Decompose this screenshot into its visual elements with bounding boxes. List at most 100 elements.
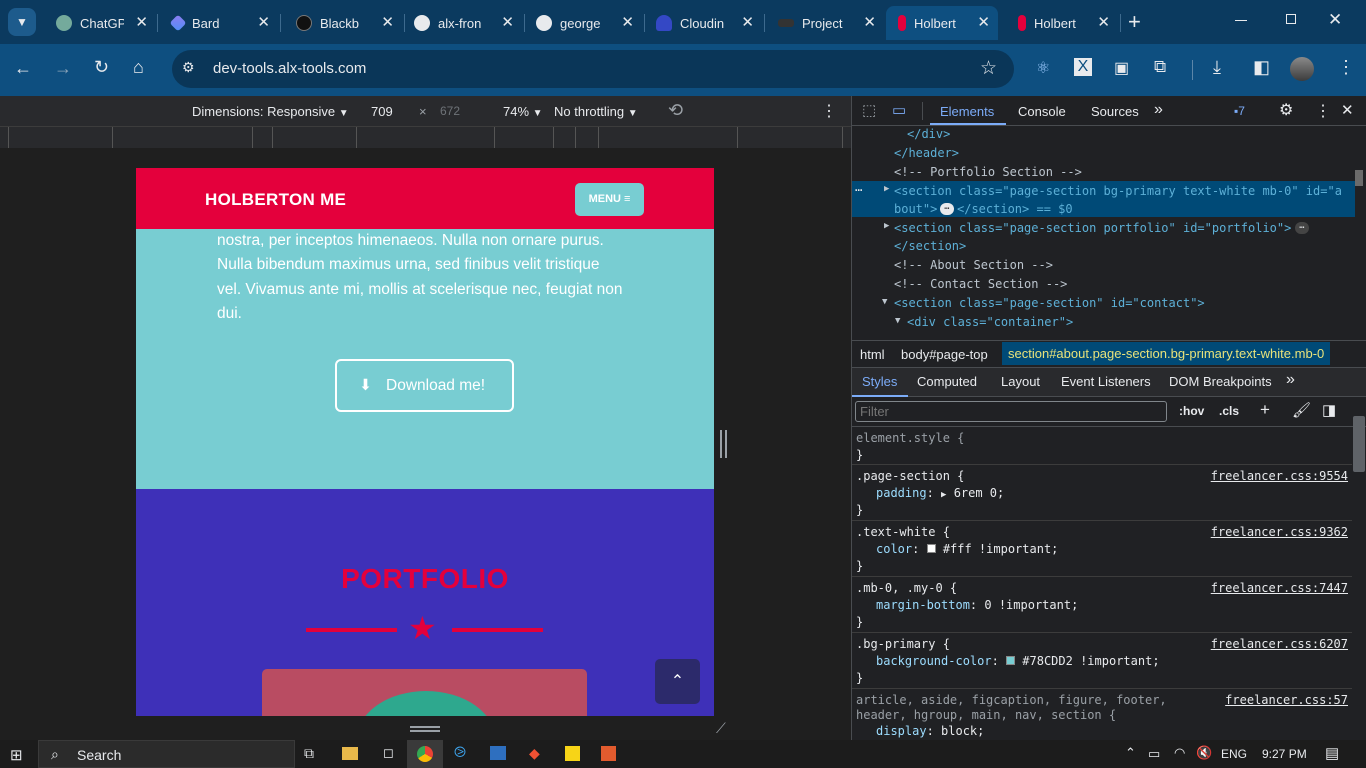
rule-source-link[interactable]: freelancer.css:7447 xyxy=(1211,581,1348,595)
site-brand[interactable]: HOLBERTON ME xyxy=(205,190,346,210)
dom-node[interactable]: </div> xyxy=(907,127,950,141)
rotate-icon[interactable]: ⟲ xyxy=(668,100,683,121)
tab-console[interactable]: Console xyxy=(1018,104,1066,119)
tab-dom-breakpoints[interactable]: DOM Breakpoints xyxy=(1169,374,1272,389)
scroll-top-button[interactable]: ⌃ xyxy=(655,659,700,704)
browser-tab[interactable]: alx-fron ✕ xyxy=(402,6,522,40)
notifications-icon[interactable]: ▤ xyxy=(1325,744,1339,762)
rule-source-link[interactable]: freelancer.css:9554 xyxy=(1211,469,1348,483)
home-icon[interactable]: ⌂ xyxy=(133,57,144,78)
expand-triangle-icon[interactable]: ▶ xyxy=(941,490,946,500)
hov-toggle[interactable]: :hov xyxy=(1179,404,1204,418)
breadcrumb-item[interactable]: body#page-top xyxy=(901,347,988,362)
close-icon[interactable]: ✕ xyxy=(257,13,270,31)
issues-badge[interactable]: ▪7 xyxy=(1234,104,1245,118)
settings-gear-icon[interactable]: ⚙ xyxy=(1279,100,1293,120)
close-icon[interactable]: ✕ xyxy=(381,13,394,31)
restore-button[interactable] xyxy=(1280,10,1302,32)
dom-comment[interactable]: <!-- About Section --> xyxy=(894,258,1053,272)
browser-tab[interactable]: Bard ✕ xyxy=(160,6,278,40)
taskbar-search[interactable]: ⌕ Search xyxy=(38,740,295,768)
new-tab-button[interactable]: + xyxy=(1128,10,1141,34)
rule-selector[interactable]: .mb-0, .my-0 { xyxy=(856,581,957,595)
browser-tab[interactable]: Cloudin ✕ xyxy=(644,6,762,40)
vscode-icon[interactable]: ⧁ xyxy=(454,744,466,761)
tab-sources[interactable]: Sources xyxy=(1091,104,1139,119)
bookmark-star-icon[interactable]: ☆ xyxy=(980,57,997,80)
dom-node[interactable]: bout"> xyxy=(894,202,937,216)
resize-handle-bottom[interactable] xyxy=(410,726,440,732)
browser-tab-active[interactable]: Holbert ✕ xyxy=(886,6,998,40)
cls-toggle[interactable]: .cls xyxy=(1219,404,1239,418)
more-tabs-icon[interactable]: » xyxy=(1286,371,1295,389)
volume-muted-icon[interactable]: 🔇 xyxy=(1196,745,1212,761)
clipboard-extension-icon[interactable]: ▣ xyxy=(1114,58,1129,78)
breadcrumb-item-active[interactable]: section#about.page-section.bg-primary.te… xyxy=(1002,342,1331,365)
puzzle-icon[interactable]: ⧉ xyxy=(1154,57,1166,77)
breadcrumb-item[interactable]: html xyxy=(860,347,885,362)
property-name[interactable]: display xyxy=(876,724,927,738)
close-icon[interactable]: ✕ xyxy=(863,13,876,31)
rule-source-link[interactable]: freelancer.css:9362 xyxy=(1211,525,1348,539)
new-rule-icon[interactable]: + xyxy=(1260,400,1270,420)
chrome-taskbar-button[interactable] xyxy=(407,740,443,768)
dom-node[interactable]: <section class="page-section bg-primary … xyxy=(894,184,1342,198)
battery-icon[interactable]: ▭ xyxy=(1148,746,1160,762)
rule-selector[interactable]: .page-section { xyxy=(856,469,964,483)
site-info-icon[interactable]: ⚙ xyxy=(182,59,195,76)
reload-icon[interactable]: ↻ xyxy=(94,57,109,78)
inspect-element-icon[interactable]: ⬚ xyxy=(862,101,876,119)
windows-start-icon[interactable]: ⊞ xyxy=(10,746,23,764)
file-explorer-icon[interactable] xyxy=(342,747,358,760)
task-view-icon[interactable]: ⧉ xyxy=(304,745,314,762)
close-icon[interactable]: ✕ xyxy=(501,13,514,31)
close-icon[interactable]: ✕ xyxy=(741,13,754,31)
paint-brush-icon[interactable]: 🖌 xyxy=(1292,401,1311,419)
git-icon[interactable]: ◆ xyxy=(529,745,540,762)
address-bar[interactable]: ⚙ dev-tools.alx-tools.com ☆ xyxy=(172,50,1014,88)
browser-tab[interactable]: ChatGP ✕ xyxy=(44,6,156,40)
styles-filter-input[interactable] xyxy=(855,401,1167,422)
collapsed-content-icon[interactable]: ⋯ xyxy=(940,203,954,215)
rule-selector[interactable]: article, aside, figcaption, figure, foot… xyxy=(856,693,1167,707)
dom-node[interactable]: </section> xyxy=(894,239,966,253)
more-tabs-icon[interactable]: » xyxy=(1154,101,1163,119)
dom-node[interactable]: </header> xyxy=(894,146,959,160)
download-icon[interactable]: ⤓ xyxy=(1213,57,1221,78)
rule-source-link[interactable]: freelancer.css:6207 xyxy=(1211,637,1348,651)
close-icon[interactable]: ✕ xyxy=(621,13,634,31)
close-window-button[interactable]: ✕ xyxy=(1328,10,1342,30)
resize-corner-icon[interactable]: ⟋ xyxy=(716,720,726,737)
menu-button[interactable]: MENU ≡ xyxy=(575,183,644,216)
device-toggle-icon[interactable]: ▭ xyxy=(892,101,906,119)
height-input[interactable]: 672 xyxy=(440,104,460,118)
sidebar-toggle-icon[interactable]: ◨ xyxy=(1322,401,1336,419)
property-name[interactable]: background-color xyxy=(876,654,992,668)
side-panel-icon[interactable]: ◧ xyxy=(1253,57,1270,78)
devtools-menu-icon[interactable]: ⋮ xyxy=(1315,101,1331,121)
tab-event-listeners[interactable]: Event Listeners xyxy=(1061,374,1151,389)
more-options-icon[interactable]: ⋮ xyxy=(821,101,837,121)
browser-tab[interactable]: Project ✕ xyxy=(766,6,884,40)
dom-comment[interactable]: <!-- Portfolio Section --> xyxy=(894,165,1082,179)
wifi-icon[interactable]: ◠ xyxy=(1174,745,1185,761)
throttling-dropdown[interactable]: No throttling ▼ xyxy=(554,104,638,119)
dom-node[interactable]: <section class="page-section" id="contac… xyxy=(894,296,1205,310)
color-swatch[interactable] xyxy=(1006,656,1016,665)
rule-selector[interactable]: header, hgroup, main, nav, section { xyxy=(856,708,1116,722)
language-indicator[interactable]: ENG xyxy=(1221,747,1247,761)
chevron-up-icon[interactable]: ⌃ xyxy=(1125,745,1136,761)
dom-scrollbar[interactable] xyxy=(1355,170,1363,186)
dimensions-dropdown[interactable]: Dimensions: Responsive ▼ xyxy=(192,104,349,119)
rule-selector[interactable]: element.style { xyxy=(856,431,964,445)
clock[interactable]: 9:27 PM xyxy=(1262,747,1307,761)
dom-node[interactable]: </section> == $0 xyxy=(957,202,1073,216)
property-value[interactable]: #fff !important; xyxy=(943,542,1059,556)
property-name[interactable]: padding xyxy=(876,486,927,500)
forward-arrow-icon[interactable]: → xyxy=(54,58,72,79)
tab-elements[interactable]: Elements xyxy=(940,104,994,119)
close-devtools-icon[interactable]: ✕ xyxy=(1341,101,1354,119)
rule-source-link[interactable]: freelancer.css:57 xyxy=(1225,693,1348,707)
tab-layout[interactable]: Layout xyxy=(1001,374,1040,389)
app-icon[interactable]: ◻ xyxy=(383,745,394,761)
